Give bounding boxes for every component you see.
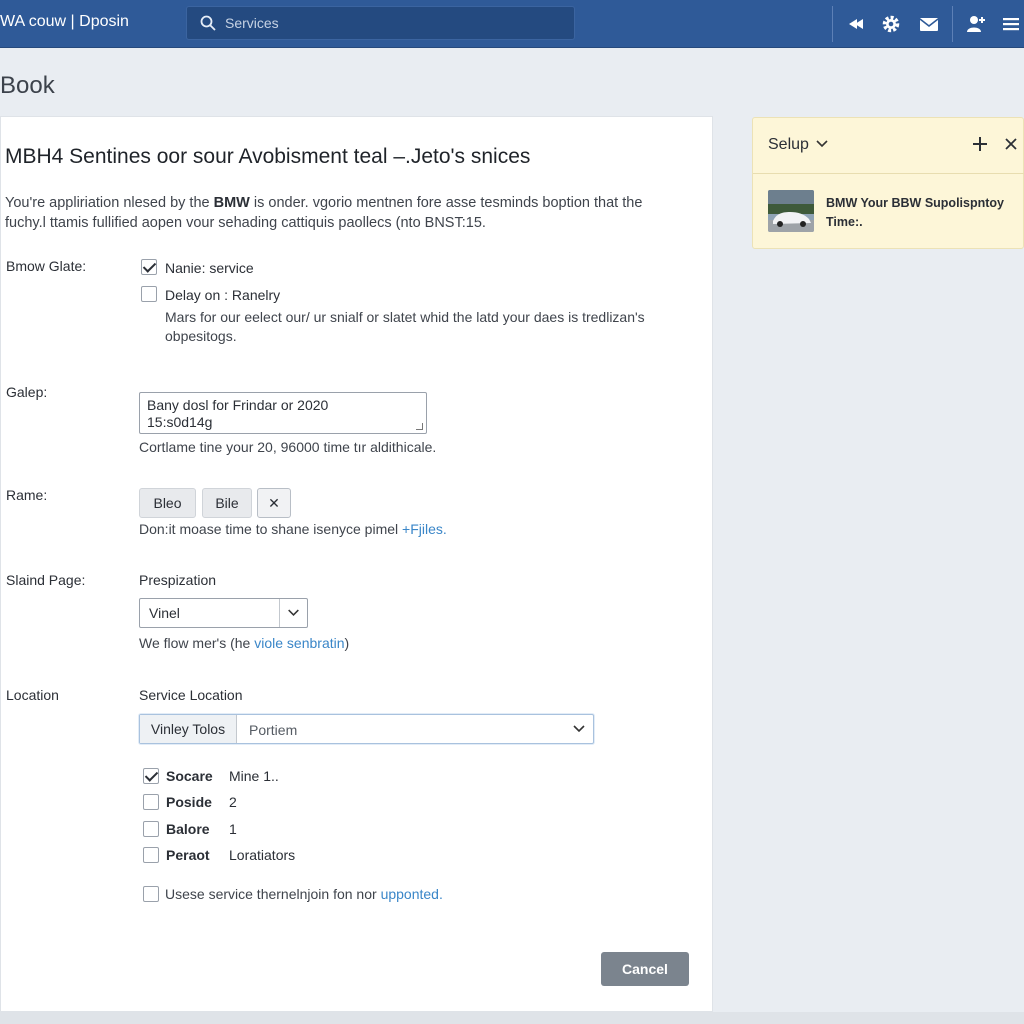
chevron-down-icon	[816, 140, 828, 148]
row4-help-text: We flow mer's (he viole senbratin)	[139, 634, 349, 653]
setup-item-text[interactable]: BMW Your BBW Supolispntoy Time:.	[826, 194, 1021, 232]
textarea-line-1: Bany dosl for Frindar or 2020	[147, 397, 329, 413]
consent-prefix: Usese service thernelnjoin fon nor	[165, 886, 381, 902]
menu-icon[interactable]	[1000, 13, 1022, 35]
toolbar-separator	[832, 6, 833, 42]
consent-checkbox[interactable]	[143, 886, 159, 902]
consent-text: Usese service thernelnjoin fon nor uppon…	[165, 885, 443, 904]
upponted-link[interactable]: upponted.	[381, 886, 443, 902]
poside-option-label: Poside	[166, 794, 212, 810]
textarea-line-2: 15:s0d14g	[147, 414, 213, 430]
page-heading: Book	[0, 72, 55, 99]
peraot-option-label: Peraot	[166, 847, 210, 863]
intro-brand: BMW	[213, 195, 250, 211]
socare-option-label: Socare	[166, 768, 213, 784]
intro-prefix: You're appliriation nlesed by the	[5, 195, 214, 211]
setup-panel: Selup BMW Your BBW Supolispntoy Time:.	[752, 117, 1024, 249]
booking-form-card	[0, 116, 713, 1012]
balore-option-label: Balore	[166, 821, 210, 837]
location-combobox-value: Portiem	[249, 722, 298, 738]
search-icon	[200, 15, 216, 31]
mail-icon[interactable]	[918, 13, 940, 35]
prespization-field-label: Prespization	[139, 572, 217, 588]
row4-help-suffix: )	[344, 635, 350, 651]
location-segment-button[interactable]: Vinley Tolos	[140, 715, 237, 743]
chevron-down-icon	[279, 599, 299, 627]
row-label-slaind-page: Slaind Page:	[6, 572, 86, 588]
socare-option-value: Mine 1..	[229, 768, 279, 784]
search-box[interactable]	[186, 6, 575, 40]
delay-option-label: Delay on : Ranelry	[165, 287, 281, 303]
chevron-down-icon	[573, 725, 585, 733]
poside-option-value: 2	[229, 794, 237, 810]
gear-icon[interactable]	[880, 13, 902, 35]
clear-button[interactable]: ✕	[257, 488, 291, 518]
peraot-option-value: Loratiators	[229, 847, 296, 863]
search-input[interactable]	[225, 13, 555, 33]
poside-checkbox[interactable]	[143, 794, 159, 810]
service-checkbox[interactable]	[141, 259, 157, 275]
toolbar-separator	[952, 6, 953, 42]
row-label-galep: Galep:	[6, 384, 48, 400]
bleo-button[interactable]: Bleo	[139, 488, 196, 518]
row-label-location: Location	[6, 687, 59, 703]
plus-icon[interactable]	[972, 135, 988, 153]
row3-help-text: Don:it moase time to shane isenyce pimel…	[139, 520, 447, 539]
back-icon[interactable]	[845, 13, 867, 35]
viole-senbratin-link[interactable]: viole senbratin	[254, 635, 344, 651]
service-option-label: Nanie: service	[165, 260, 254, 276]
form-title: MBH4 Sentines oor sour Avobisment teal –…	[5, 145, 531, 168]
service-location-combobox[interactable]: Vinley Tolos Portiem	[139, 714, 594, 744]
setup-panel-header: Selup	[753, 118, 1024, 174]
row3-help-prefix: Don:it moase time to shane isenyce pimel	[139, 521, 403, 537]
service-location-field-label: Service Location	[139, 687, 243, 703]
prespization-select[interactable]: Vinel	[139, 598, 308, 628]
close-icon[interactable]	[1004, 137, 1018, 151]
user-add-icon[interactable]	[965, 13, 987, 35]
socare-checkbox[interactable]	[143, 768, 159, 784]
row1-help-text: Mars for our eelect our/ ur snialf or sl…	[165, 309, 645, 344]
files-link[interactable]: +Fjiles.	[402, 521, 447, 537]
form-intro: You're appliriation nlesed by the BMW is…	[5, 193, 675, 233]
galep-textarea[interactable]: Bany dosl for Frindar or 2020 15:s0d14g	[139, 392, 427, 434]
balore-checkbox[interactable]	[143, 821, 159, 837]
balore-option-value: 1	[229, 821, 237, 837]
bottom-scroll-area	[0, 1012, 1024, 1024]
cancel-button[interactable]: Cancel	[601, 952, 689, 986]
row-label-rame: Rame:	[6, 487, 48, 503]
peraot-checkbox[interactable]	[143, 847, 159, 863]
row2-help-text: Cortlame tine your 20, 96000 time tır al…	[139, 439, 437, 455]
setup-title: Selup	[768, 136, 809, 153]
row4-help-prefix: We flow mer's (he	[139, 635, 255, 651]
setup-dropdown[interactable]: Selup	[768, 136, 828, 154]
bile-button[interactable]: Bile	[202, 488, 252, 518]
resize-handle[interactable]	[416, 423, 423, 430]
app-title: WA couw | Dposin	[0, 13, 129, 30]
car-thumbnail-image	[768, 190, 814, 232]
delay-checkbox[interactable]	[141, 286, 157, 302]
top-bar: WA couw | Dposin	[0, 0, 1024, 48]
row-label-bmow-glate: Bmow Glate:	[6, 258, 87, 274]
prespization-select-value: Vinel	[149, 605, 180, 621]
